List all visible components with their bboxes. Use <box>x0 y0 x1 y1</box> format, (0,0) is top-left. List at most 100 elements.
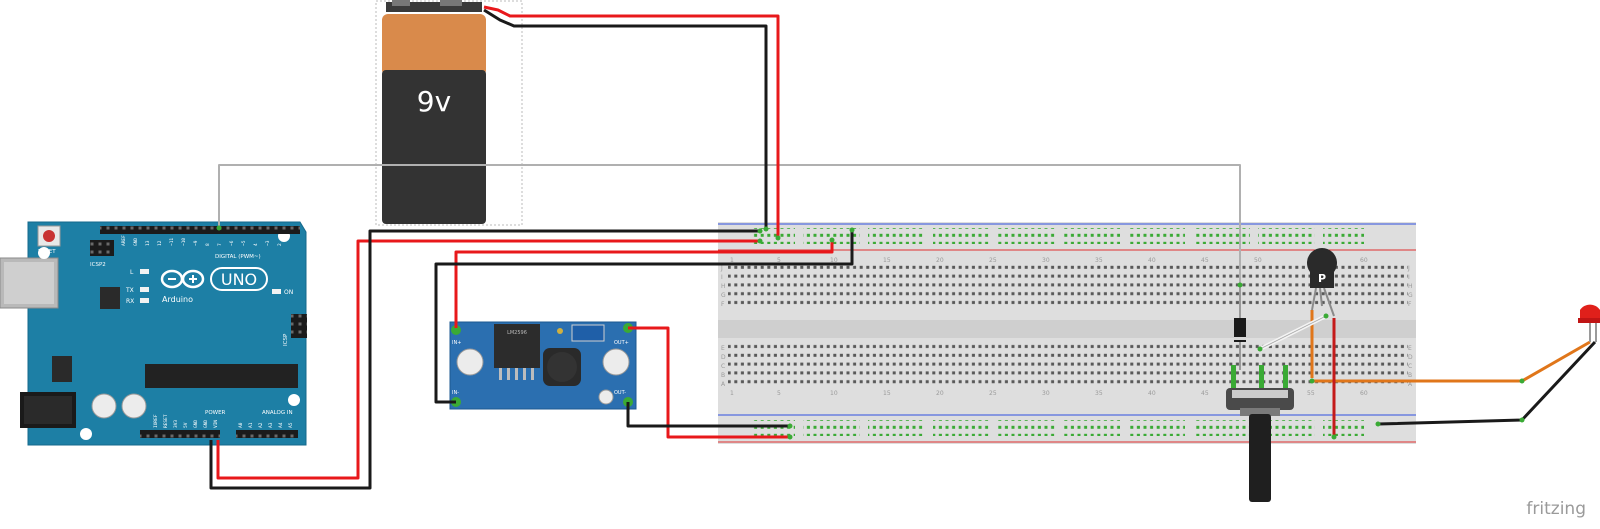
potentiometer-shaft <box>1249 414 1271 502</box>
column-number: 60 <box>1360 257 1368 264</box>
led-on-label: ON <box>284 289 293 296</box>
out-minus-label: OUT- <box>614 390 626 396</box>
in-plus-label: IN+ <box>452 340 461 346</box>
capacitor-output <box>602 348 630 376</box>
terminal-holes-top <box>728 263 1408 307</box>
led-l <box>140 269 149 274</box>
analog-header <box>236 430 298 438</box>
row-letter: H <box>1408 283 1413 290</box>
icsp2-label: ICSP2 <box>90 262 106 268</box>
capacitor <box>91 393 117 419</box>
row-letter: E <box>721 345 725 352</box>
led-on <box>272 289 281 294</box>
power-header <box>140 430 220 438</box>
pin-label: 8 <box>205 243 211 246</box>
power-pin-label: RESET <box>163 414 169 428</box>
column-number: 20 <box>936 390 944 397</box>
column-number: 35 <box>1095 257 1103 264</box>
column-number: 30 <box>1042 257 1050 264</box>
pin-label: ~6 <box>229 240 235 246</box>
analog-pin-label: A1 <box>248 422 254 428</box>
diode-cap <box>598 389 614 405</box>
pin-label: 2 <box>277 243 283 246</box>
power-label: POWER <box>205 410 226 416</box>
capacitor-input <box>456 348 484 376</box>
column-number: 60 <box>1360 390 1368 397</box>
row-letter: B <box>721 372 725 379</box>
column-number: 1 <box>730 390 734 397</box>
pin-label: ~11 <box>169 238 175 246</box>
arduino-brand: Arduino <box>162 295 193 304</box>
row-letter: H <box>721 283 726 290</box>
buck-converter-module: IN+ IN- OUT+ OUT- LM2596 <box>449 321 637 410</box>
row-letter: C <box>721 363 725 370</box>
column-number: 10 <box>830 390 838 397</box>
out-plus-label: OUT+ <box>614 340 629 346</box>
row-letter: D <box>721 354 726 361</box>
arduino-uno-board: RESET ICSP2 AREF GND 13 12 ~11 ~10 ~9 8 … <box>0 221 307 446</box>
column-number: 50 <box>1254 257 1262 264</box>
fritzing-watermark: fritzing <box>1526 499 1586 519</box>
row-letter: F <box>721 301 725 308</box>
power-pin-label: IOREF <box>153 414 159 428</box>
column-number: 25 <box>989 257 997 264</box>
column-number: 40 <box>1148 390 1156 397</box>
column-number: 45 <box>1201 390 1209 397</box>
led-tx <box>140 287 149 292</box>
row-letter: I <box>721 274 723 281</box>
column-number: 30 <box>1042 390 1050 397</box>
trimmer-screw <box>557 328 563 334</box>
atmega-chip <box>145 364 298 388</box>
pin-label: 12 <box>157 240 163 246</box>
led-rx-label: RX <box>126 298 134 305</box>
row-letter: F <box>1408 301 1412 308</box>
power-pin-label: GND <box>193 420 199 428</box>
analog-pin-label: A3 <box>268 422 274 428</box>
column-number: 5 <box>777 390 781 397</box>
battery-9v: 9v <box>375 0 523 226</box>
analog-pin-label: A5 <box>288 422 294 428</box>
battery-label: 9v <box>417 85 451 118</box>
uno-label: UNO <box>221 270 257 289</box>
led <box>1578 304 1600 342</box>
capacitor <box>121 393 147 419</box>
icsp-label: ICSP <box>283 333 289 346</box>
pin-label: GND <box>133 238 139 246</box>
circuit-diagram: 1 5 10 15 20 25 30 35 40 45 50 55 60 1 5… <box>0 0 1600 502</box>
terminal-holes-bottom <box>728 343 1408 387</box>
icsp-header <box>291 314 307 338</box>
column-number: 20 <box>936 257 944 264</box>
row-letter: J <box>1407 265 1410 272</box>
row-letter: G <box>1408 292 1413 299</box>
icsp2-header <box>90 240 114 256</box>
column-number: 40 <box>1148 257 1156 264</box>
row-letter: B <box>1408 372 1412 379</box>
digital-header <box>100 226 300 234</box>
pin-label: 4 <box>253 243 259 246</box>
mounting-hole <box>80 428 92 440</box>
pin-label: ~5 <box>241 240 247 246</box>
row-letter: E <box>1408 345 1412 352</box>
row-letter: G <box>721 292 726 299</box>
column-number: 35 <box>1095 390 1103 397</box>
analog-pin-label: A0 <box>238 422 244 428</box>
usb-chip <box>100 287 120 309</box>
pin-label: ~3 <box>265 240 271 246</box>
row-letter: D <box>1408 354 1413 361</box>
digital-label: DIGITAL (PWM~) <box>215 254 261 260</box>
row-letter: C <box>1408 363 1412 370</box>
pin-label: ~10 <box>181 238 187 246</box>
pin-label: 13 <box>145 240 151 246</box>
pin-label: ~9 <box>193 240 199 246</box>
battery-copper-top <box>382 14 486 76</box>
wire-battery-black <box>483 8 768 229</box>
regulator-chip <box>52 356 72 382</box>
trim-potentiometer <box>571 324 605 342</box>
reset-label: RESET <box>38 249 56 255</box>
transistor-label: P <box>1318 272 1326 285</box>
row-letter: J <box>720 265 723 272</box>
analog-label: ANALOG IN <box>262 410 293 416</box>
diode-band <box>1234 337 1246 340</box>
column-number: 25 <box>989 390 997 397</box>
power-pin-label: GND <box>203 420 209 428</box>
